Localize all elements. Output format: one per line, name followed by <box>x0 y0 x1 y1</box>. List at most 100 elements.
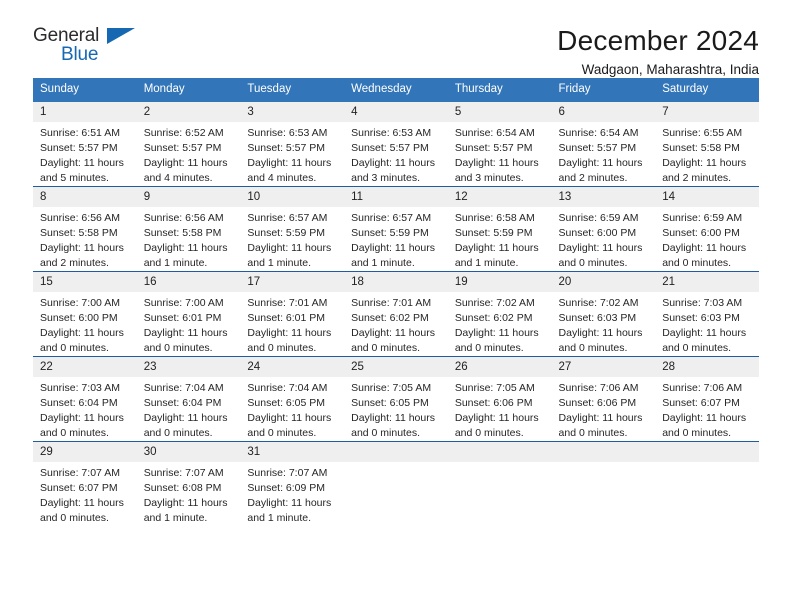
day-cell-content <box>447 441 552 526</box>
daylight-text-line1: Daylight: 11 hours <box>143 496 228 509</box>
calendar-day-cell[interactable]: 29 Sunrise: 7:07 AM Sunset: 6:07 PM Dayligh… <box>33 440 137 526</box>
calendar-day-cell[interactable]: 16 Sunrise: 7:00 AM Sunset: 6:01 PM Dayligh… <box>136 270 241 357</box>
daylight-text-line2: and 4 minutes. <box>247 171 317 184</box>
day-number: 4 <box>344 101 448 123</box>
day-number: 10 <box>240 186 345 208</box>
daylight-text-line2: and 0 minutes. <box>40 341 109 354</box>
sunrise-text: Sunrise: 7:07 AM <box>143 467 224 480</box>
day-number: 25 <box>344 356 448 378</box>
sunset-text: Sunset: 6:03 PM <box>558 312 637 325</box>
daylight-text-line2: and 1 minute. <box>454 256 519 269</box>
calendar-day-cell[interactable]: 26 Sunrise: 7:05 AM Sunset: 6:06 PM Dayligh… <box>447 355 552 442</box>
calendar-day-cell[interactable]: 22 Sunrise: 7:03 AM Sunset: 6:04 PM Dayligh… <box>33 355 137 442</box>
daylight-text-line1: Daylight: 11 hours <box>454 411 539 424</box>
weekday-header-wednesday: Wednesday <box>344 78 448 102</box>
day-cell-content: 16 Sunrise: 7:00 AM Sunset: 6:01 PM Dayligh… <box>136 271 241 356</box>
day-number: 28 <box>655 356 759 378</box>
calendar-day-cell[interactable]: 14 Sunrise: 6:59 AM Sunset: 6:00 PM Dayligh… <box>655 185 759 272</box>
day-number: 17 <box>240 271 345 293</box>
daylight-text-line1: Daylight: 11 hours <box>143 241 228 254</box>
daylight-text-line1: Daylight: 11 hours <box>247 496 332 509</box>
daylight-text-line1: Daylight: 11 hours <box>558 156 643 169</box>
calendar-day-cell[interactable]: 12 Sunrise: 6:58 AM Sunset: 5:59 PM Dayligh… <box>447 185 552 272</box>
sunset-text: Sunset: 5:58 PM <box>143 227 222 240</box>
sunrise-text: Sunrise: 6:58 AM <box>454 212 535 225</box>
calendar-day-cell[interactable]: 7 Sunrise: 6:55 AM Sunset: 5:58 PM Daylight… <box>655 101 759 187</box>
calendar-day-cell[interactable]: 8 Sunrise: 6:56 AM Sunset: 5:58 PM Daylight… <box>33 185 137 272</box>
sunset-text: Sunset: 5:57 PM <box>351 142 429 155</box>
calendar-day-cell[interactable]: 18 Sunrise: 7:01 AM Sunset: 6:02 PM Dayligh… <box>344 270 448 357</box>
sunset-text: Sunset: 6:00 PM <box>40 312 118 325</box>
day-number: 24 <box>240 356 345 378</box>
calendar-day-cell[interactable]: 10 Sunrise: 6:57 AM Sunset: 5:59 PM Dayligh… <box>240 185 345 272</box>
calendar-day-cell[interactable] <box>447 440 552 526</box>
calendar-day-cell[interactable]: 2 Sunrise: 6:52 AM Sunset: 5:57 PM Daylight… <box>136 101 241 187</box>
day-cell-content: 29 Sunrise: 7:07 AM Sunset: 6:07 PM Dayligh… <box>33 441 137 526</box>
daylight-text-line1: Daylight: 11 hours <box>40 496 124 509</box>
weekday-header-row: Sunday Monday Tuesday Wednesday Thursday… <box>33 78 759 102</box>
calendar-day-cell[interactable]: 6 Sunrise: 6:54 AM Sunset: 5:57 PM Daylight… <box>551 101 656 187</box>
day-cell-content: 10 Sunrise: 6:57 AM Sunset: 5:59 PM Dayligh… <box>240 186 345 271</box>
sunrise-text: Sunrise: 7:01 AM <box>247 297 328 310</box>
calendar-day-cell[interactable]: 31 Sunrise: 7:07 AM Sunset: 6:09 PM Dayligh… <box>240 440 345 526</box>
daylight-text-line1: Daylight: 11 hours <box>143 326 228 339</box>
calendar-day-cell[interactable]: 25 Sunrise: 7:05 AM Sunset: 6:05 PM Dayligh… <box>344 355 448 442</box>
calendar-day-cell[interactable]: 23 Sunrise: 7:04 AM Sunset: 6:04 PM Dayligh… <box>136 355 241 442</box>
calendar-day-cell[interactable]: 20 Sunrise: 7:02 AM Sunset: 6:03 PM Dayligh… <box>551 270 656 357</box>
day-number: 26 <box>447 356 552 378</box>
daylight-text-line2: and 0 minutes. <box>662 341 732 354</box>
calendar-day-cell[interactable]: 5 Sunrise: 6:54 AM Sunset: 5:57 PM Daylight… <box>447 101 552 187</box>
day-cell-content: 6 Sunrise: 6:54 AM Sunset: 5:57 PM Daylight… <box>551 101 656 186</box>
title-block: December 2024 Wadgaon, Maharashtra, Indi… <box>557 26 759 78</box>
sunset-text: Sunset: 6:09 PM <box>247 482 326 495</box>
sunrise-text: Sunrise: 6:59 AM <box>558 212 639 225</box>
day-details: Sunrise: 6:53 AM Sunset: 5:57 PM Daylight:… <box>240 122 344 186</box>
day-details <box>344 462 448 466</box>
day-cell-content: 31 Sunrise: 7:07 AM Sunset: 6:09 PM Dayligh… <box>240 441 345 526</box>
calendar-day-cell[interactable]: 27 Sunrise: 7:06 AM Sunset: 6:06 PM Dayligh… <box>551 355 656 442</box>
day-cell-content: 9 Sunrise: 6:56 AM Sunset: 5:58 PM Daylight… <box>136 186 241 271</box>
daylight-text-line2: and 3 minutes. <box>454 171 524 184</box>
day-number: 23 <box>136 356 241 378</box>
calendar-day-cell[interactable]: 9 Sunrise: 6:56 AM Sunset: 5:58 PM Daylight… <box>136 185 241 272</box>
calendar-day-cell[interactable]: 4 Sunrise: 6:53 AM Sunset: 5:57 PM Daylight… <box>344 101 448 187</box>
day-details: Sunrise: 6:52 AM Sunset: 5:57 PM Daylight:… <box>137 122 241 186</box>
day-number: 18 <box>344 271 448 293</box>
daylight-text-line1: Daylight: 11 hours <box>247 326 332 339</box>
calendar-week-row: 15 Sunrise: 7:00 AM Sunset: 6:00 PM Dayligh… <box>33 270 759 357</box>
daylight-text-line1: Daylight: 11 hours <box>558 241 643 254</box>
day-details: Sunrise: 6:58 AM Sunset: 5:59 PM Daylight:… <box>448 207 552 271</box>
calendar-day-cell[interactable]: 28 Sunrise: 7:06 AM Sunset: 6:07 PM Dayligh… <box>655 355 759 442</box>
calendar-day-cell[interactable]: 21 Sunrise: 7:03 AM Sunset: 6:03 PM Dayligh… <box>655 270 759 357</box>
calendar-day-cell[interactable]: 1 Sunrise: 6:51 AM Sunset: 5:57 PM Daylight… <box>33 101 137 187</box>
sunset-text: Sunset: 6:00 PM <box>558 227 637 240</box>
sunset-text: Sunset: 5:59 PM <box>247 227 326 240</box>
daylight-text-line1: Daylight: 11 hours <box>662 326 747 339</box>
calendar-day-cell[interactable]: 13 Sunrise: 6:59 AM Sunset: 6:00 PM Dayligh… <box>551 185 656 272</box>
day-details: Sunrise: 7:01 AM Sunset: 6:01 PM Daylight:… <box>240 292 344 356</box>
day-number: 29 <box>33 441 137 463</box>
sunrise-text: Sunrise: 7:01 AM <box>351 297 432 310</box>
day-number: 21 <box>655 271 759 293</box>
daylight-text-line2: and 0 minutes. <box>454 341 524 354</box>
sunset-text: Sunset: 6:07 PM <box>40 482 118 495</box>
calendar-day-cell[interactable]: 11 Sunrise: 6:57 AM Sunset: 5:59 PM Dayligh… <box>344 185 448 272</box>
calendar-day-cell[interactable]: 15 Sunrise: 7:00 AM Sunset: 6:00 PM Dayligh… <box>33 270 137 357</box>
sunset-text: Sunset: 5:59 PM <box>454 227 533 240</box>
calendar-day-cell[interactable] <box>344 440 448 526</box>
calendar-day-cell[interactable]: 19 Sunrise: 7:02 AM Sunset: 6:02 PM Dayligh… <box>447 270 552 357</box>
sunrise-text: Sunrise: 7:05 AM <box>454 382 535 395</box>
day-cell-content: 14 Sunrise: 6:59 AM Sunset: 6:00 PM Dayligh… <box>655 186 759 271</box>
sunset-text: Sunset: 6:04 PM <box>40 397 118 410</box>
calendar-day-cell[interactable]: 30 Sunrise: 7:07 AM Sunset: 6:08 PM Dayligh… <box>136 440 241 526</box>
calendar-day-cell[interactable] <box>551 440 656 526</box>
sunset-text: Sunset: 5:58 PM <box>40 227 118 240</box>
calendar-day-cell[interactable]: 3 Sunrise: 6:53 AM Sunset: 5:57 PM Daylight… <box>240 101 345 187</box>
daylight-text-line1: Daylight: 11 hours <box>662 156 747 169</box>
calendar-day-cell[interactable]: 17 Sunrise: 7:01 AM Sunset: 6:01 PM Dayligh… <box>240 270 345 357</box>
calendar-day-cell[interactable] <box>655 440 759 526</box>
calendar-day-cell[interactable]: 24 Sunrise: 7:04 AM Sunset: 6:05 PM Dayligh… <box>240 355 345 442</box>
day-cell-content: 19 Sunrise: 7:02 AM Sunset: 6:02 PM Dayligh… <box>447 271 552 356</box>
daylight-text-line1: Daylight: 11 hours <box>247 241 332 254</box>
day-number: 14 <box>655 186 759 208</box>
